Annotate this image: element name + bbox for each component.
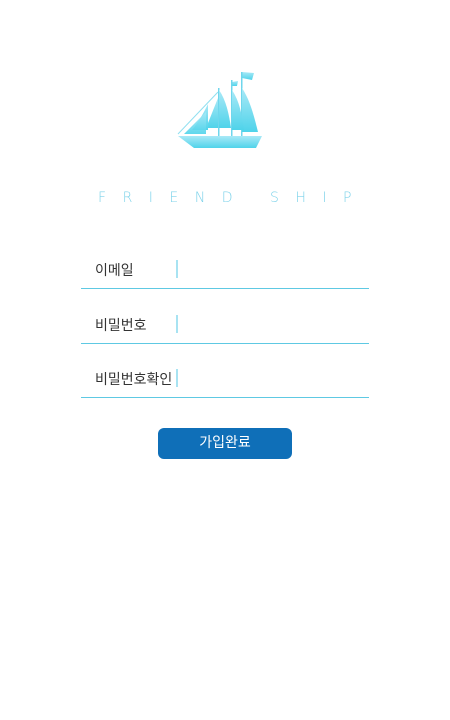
- signup-complete-button[interactable]: 가입완료: [158, 428, 292, 459]
- password-confirm-field[interactable]: 비밀번호확인: [81, 365, 369, 398]
- text-caret: [176, 369, 178, 387]
- password-confirm-label: 비밀번호확인: [95, 372, 173, 388]
- sailing-ship-icon: [177, 72, 262, 148]
- text-caret: [176, 260, 178, 278]
- app-title: FRIEND SHIP: [98, 190, 368, 206]
- email-input[interactable]: [181, 258, 365, 282]
- text-caret: [176, 315, 178, 333]
- email-label: 이메일: [95, 263, 134, 279]
- email-field[interactable]: 이메일: [81, 256, 369, 289]
- password-input[interactable]: [181, 313, 365, 337]
- password-confirm-input[interactable]: [181, 367, 365, 391]
- password-label: 비밀번호: [95, 318, 147, 334]
- password-field[interactable]: 비밀번호: [81, 311, 369, 344]
